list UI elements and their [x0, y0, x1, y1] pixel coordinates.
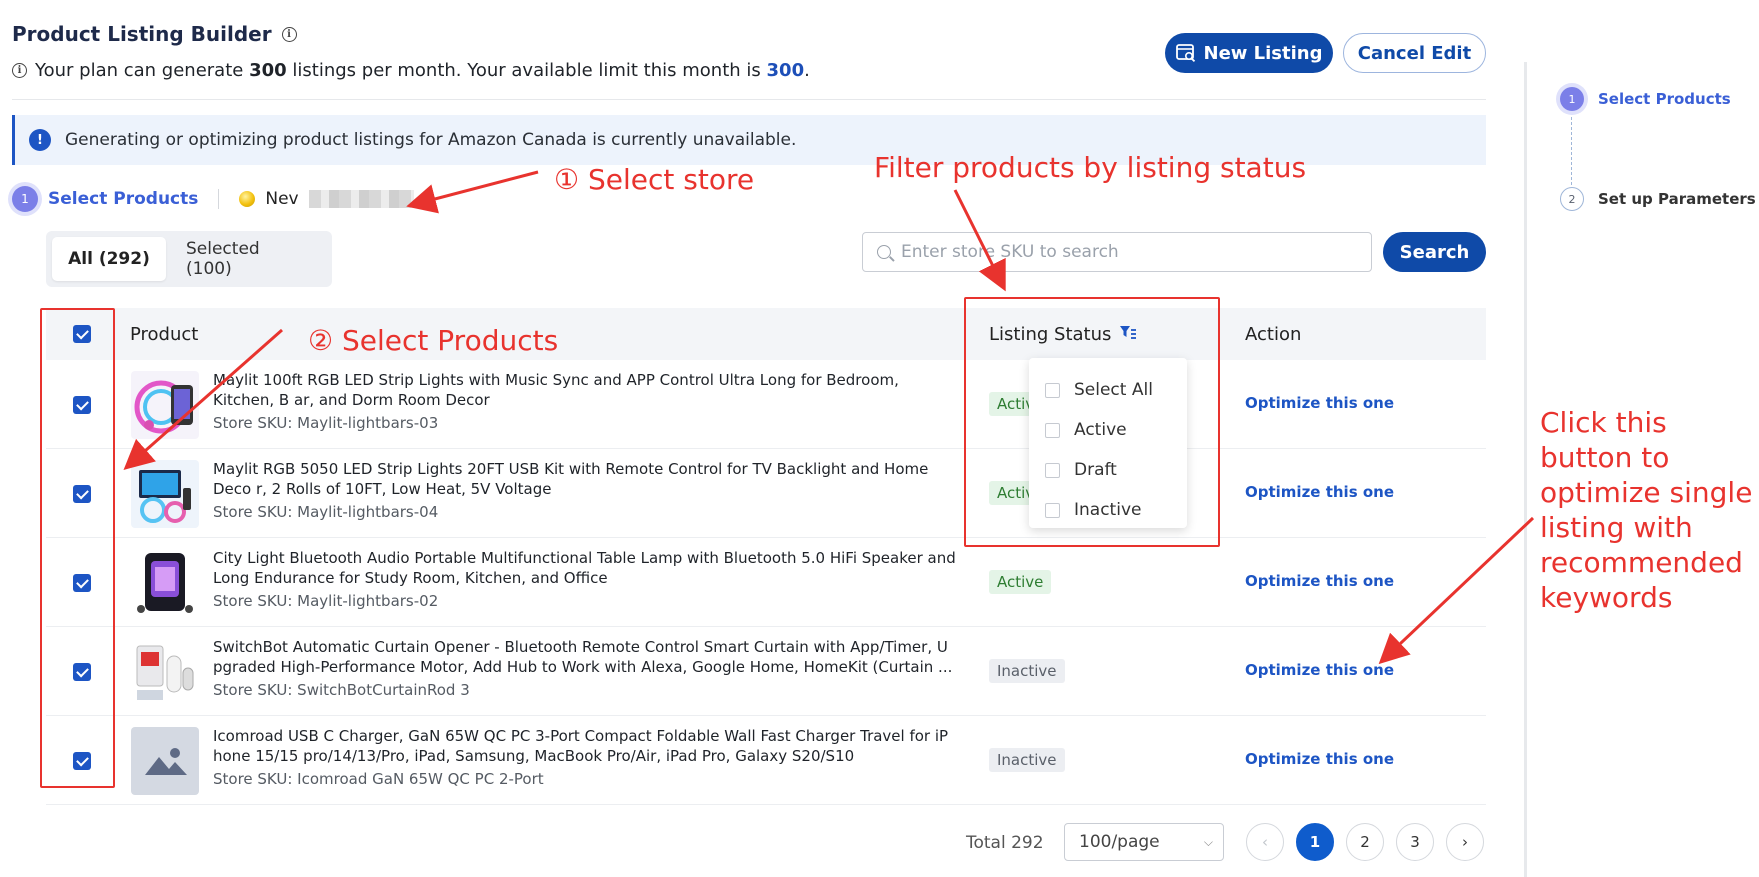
annotation-arrows	[123, 170, 1535, 665]
arrow-to-filter	[953, 189, 1006, 292]
arrow-to-checkboxes	[123, 328, 283, 470]
arrow-to-store	[406, 170, 539, 214]
arrow-to-optimize	[1378, 516, 1535, 665]
